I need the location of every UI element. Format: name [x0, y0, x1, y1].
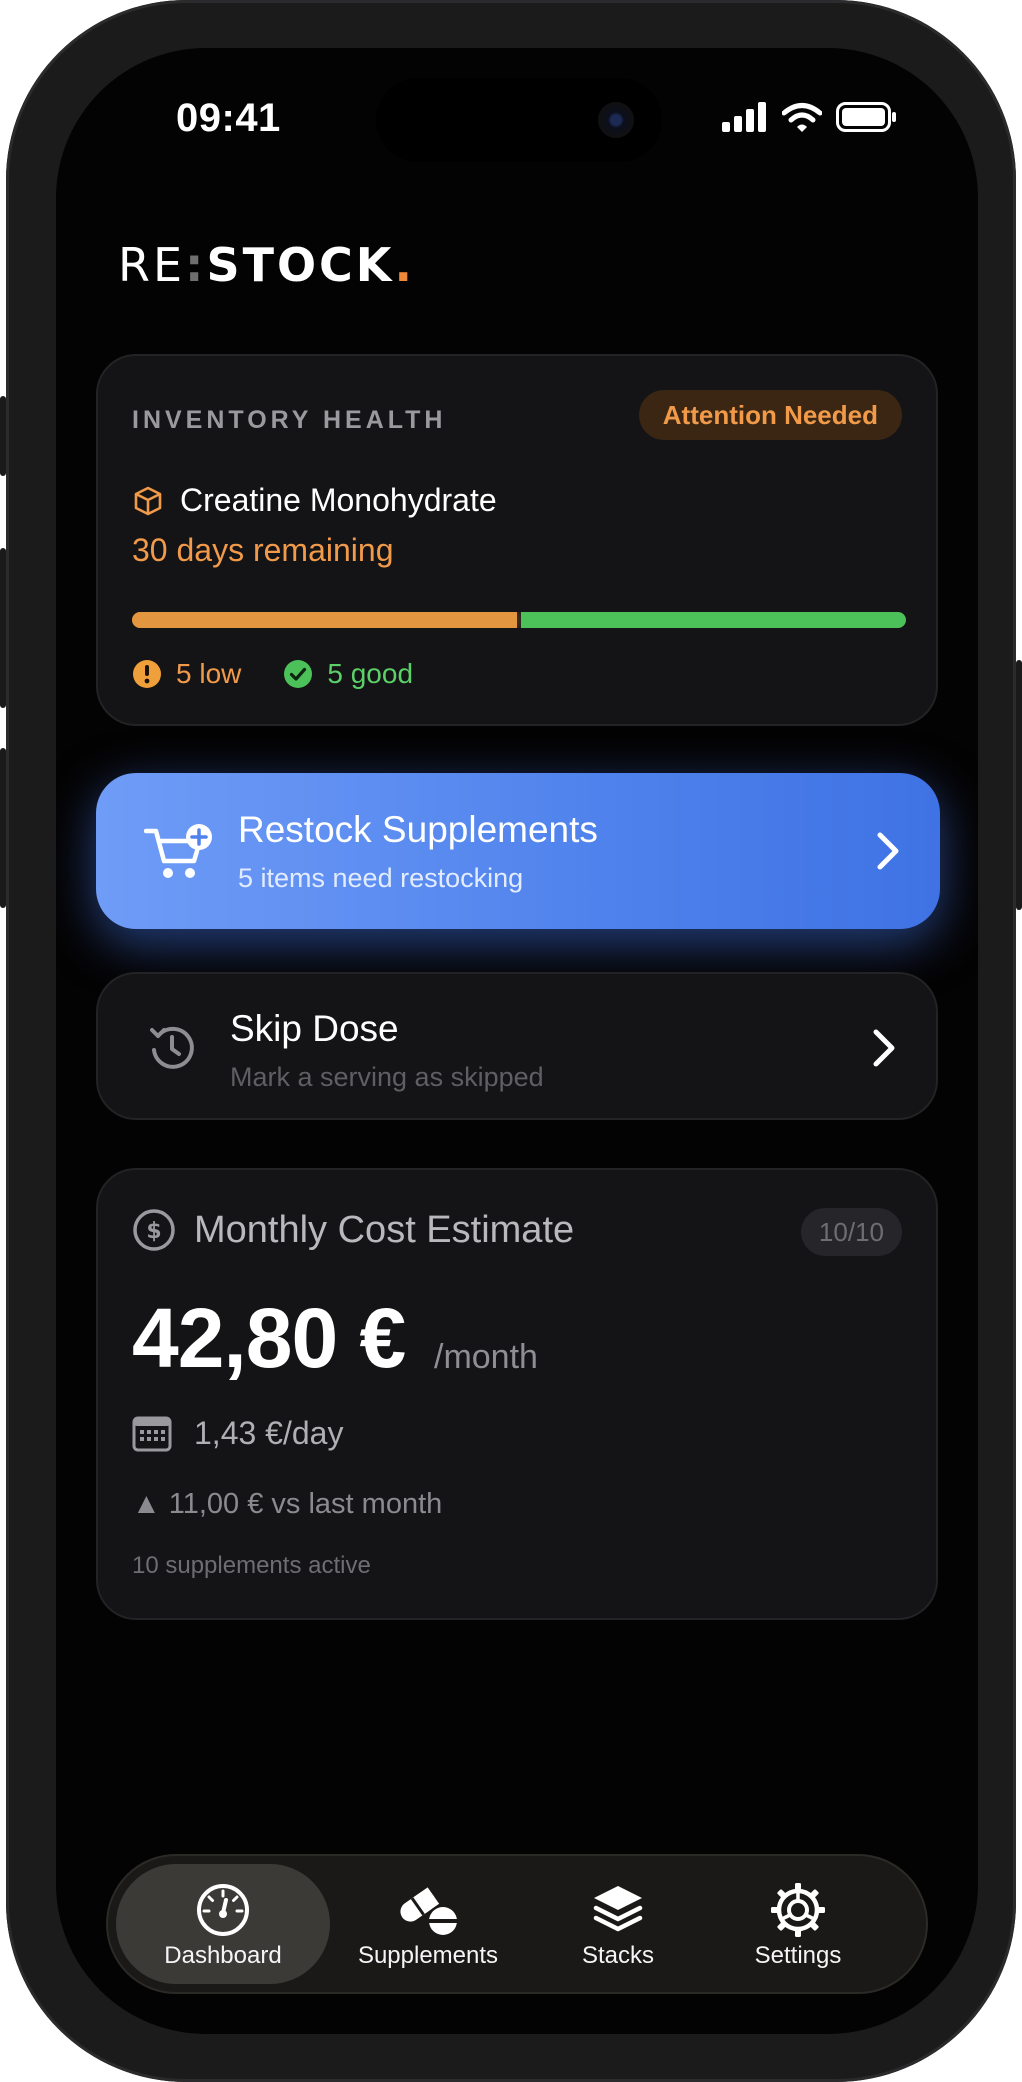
- check-circle-icon: [284, 660, 313, 688]
- monthly-cost-card[interactable]: $ Monthly Cost Estimate 10/10 42,80 € /m…: [96, 1168, 938, 1620]
- per-month-label: /month: [434, 1338, 538, 1376]
- chevron-right-icon: [873, 1029, 895, 1067]
- cart-add-icon: [144, 824, 212, 878]
- status-time: 09:41: [176, 96, 281, 140]
- item-row: Creatine Monohydrate: [132, 482, 497, 519]
- logo-colon: :: [185, 238, 207, 292]
- box-icon: [134, 486, 162, 515]
- tab-stacks[interactable]: Stacks: [568, 1864, 668, 1984]
- chevron-right-icon: [877, 832, 899, 870]
- skip-dose-button[interactable]: Skip Dose Mark a serving as skipped: [96, 972, 938, 1120]
- power-button: [1016, 660, 1022, 910]
- inventory-health-card[interactable]: INVENTORY HEALTH Attention Needed Creati…: [96, 354, 938, 726]
- battery-icon: [836, 102, 896, 132]
- logo-stock: STOCK: [206, 238, 395, 292]
- good-count: 5 good: [327, 658, 414, 689]
- tab-supplements-label: Supplements: [357, 1942, 499, 1969]
- low-segment: [132, 612, 517, 628]
- cost-trend: ▲ 11,00 € vs last month: [132, 1488, 443, 1520]
- supplement-count-badge: 10/10: [800, 1208, 902, 1256]
- restock-subtitle: 5 items need restocking: [238, 863, 524, 893]
- tab-dashboard-label: Dashboard: [164, 1942, 282, 1969]
- svg-text:$: $: [146, 1219, 161, 1244]
- app-logo: RE:STOCK.: [118, 238, 415, 292]
- daily-cost: 1,43 €/day: [194, 1414, 344, 1451]
- daily-cost-row: 1,43 €/day: [132, 1414, 343, 1452]
- tab-dashboard[interactable]: Dashboard: [116, 1864, 330, 1984]
- tab-settings-label: Settings: [754, 1942, 842, 1969]
- calendar-icon: [132, 1416, 172, 1452]
- camera-icon: [598, 102, 634, 138]
- restock-supplements-button[interactable]: Restock Supplements 5 items need restock…: [96, 773, 940, 929]
- wifi-icon: [782, 103, 822, 132]
- dollar-circle-icon: $: [133, 1209, 175, 1251]
- low-count: 5 low: [176, 658, 242, 689]
- screen: 09:41 RE:STOCK. INVENTORY HEALTH Attenti…: [56, 48, 978, 2034]
- dynamic-island: [376, 78, 662, 162]
- warning-icon: [133, 660, 161, 688]
- active-supplements-count: 10 supplements active: [132, 1552, 371, 1579]
- history-icon: [150, 1026, 194, 1069]
- health-legend: 5 low 5 good: [132, 658, 413, 690]
- tab-settings[interactable]: Settings: [728, 1864, 868, 1984]
- logo-re: RE: [118, 238, 186, 292]
- pills-icon: [400, 1887, 457, 1935]
- cellular-signal-icon: [722, 102, 766, 132]
- attention-badge: Attention Needed: [638, 390, 902, 440]
- layers-icon: [593, 1886, 643, 1932]
- skip-dose-title: Skip Dose: [230, 1008, 399, 1049]
- good-segment: [521, 612, 906, 628]
- gauge-icon: [197, 1884, 249, 1936]
- skip-dose-subtitle: Mark a serving as skipped: [230, 1062, 544, 1092]
- volume-down-button: [0, 748, 6, 908]
- item-name: Creatine Monohydrate: [180, 482, 497, 518]
- status-icons: [722, 102, 898, 132]
- tab-stacks-label: Stacks: [581, 1942, 655, 1969]
- monthly-cost-amount: 42,80 €: [132, 1291, 406, 1385]
- inventory-health-label: INVENTORY HEALTH: [132, 406, 447, 434]
- tab-supplements[interactable]: Supplements: [348, 1864, 508, 1984]
- restock-title: Restock Supplements: [238, 809, 598, 850]
- gear-icon: [771, 1883, 825, 1937]
- days-remaining: 30 days remaining: [132, 532, 394, 568]
- cost-title: Monthly Cost Estimate: [194, 1208, 575, 1251]
- phone-frame: 09:41 RE:STOCK. INVENTORY HEALTH Attenti…: [0, 0, 1022, 2082]
- cost-header: $ Monthly Cost Estimate: [132, 1208, 574, 1252]
- volume-up-button: [0, 548, 6, 708]
- health-progress-bar: [132, 612, 906, 628]
- logo-dot: .: [394, 238, 415, 292]
- tab-bar: Dashboard Supplements Stacks Settings: [106, 1854, 928, 1994]
- mute-switch: [0, 396, 6, 476]
